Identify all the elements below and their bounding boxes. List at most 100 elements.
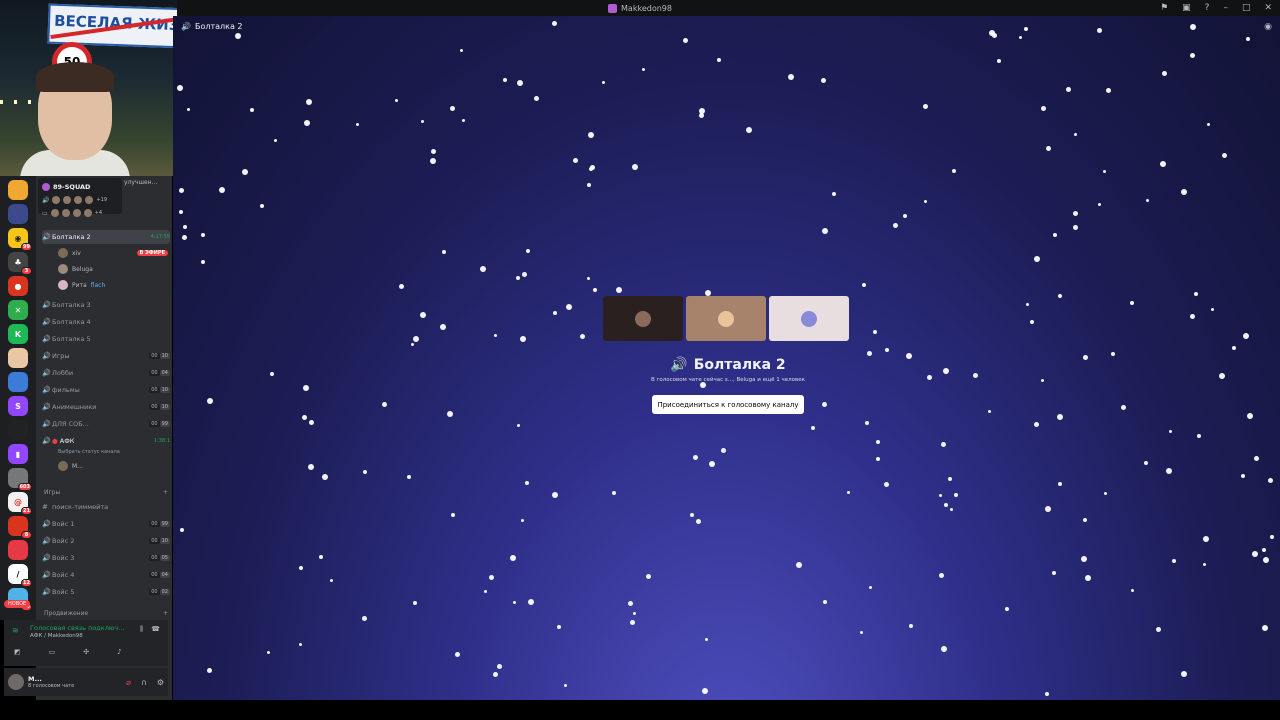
channel-label: Лобби (52, 369, 74, 377)
voice-channel[interactable]: 🔊 Болталка 4 (42, 315, 170, 329)
server-icon[interactable] (8, 372, 28, 392)
voice-channel[interactable]: 🔊 Войс 5 00 02 (42, 585, 170, 599)
voice-channel[interactable]: 🔊 Войс 1 00 99 (42, 517, 170, 531)
snowflake (717, 58, 721, 62)
set-channel-status[interactable]: Выбрать статус канала (58, 449, 120, 455)
server-boost-status: улучшен... (124, 179, 158, 186)
server-icon[interactable]: ✕ (8, 300, 28, 320)
add-channel-icon[interactable]: + (163, 610, 168, 617)
join-voice-button[interactable]: Присоединиться к голосовому каналу (652, 395, 804, 414)
voice-status-channel[interactable]: АФК / Makkedon98 (30, 633, 83, 639)
server-icon[interactable] (8, 540, 28, 560)
server-icon[interactable]: ◉ 99 (8, 228, 32, 251)
server-icon[interactable] (8, 204, 28, 224)
voice-member[interactable]: Рита flach (58, 278, 168, 292)
maximize-icon[interactable]: □ (1242, 3, 1251, 13)
voice-channel[interactable]: 🔊 Анимешники 00 10 (42, 400, 170, 414)
user-count-limit: 10 (159, 387, 170, 393)
server-icon[interactable] (8, 420, 28, 440)
new-pill[interactable]: НОВОЕ (4, 600, 31, 608)
voice-channel[interactable]: 🔊 Лобби 00 04 (42, 366, 170, 380)
person-hair (36, 62, 114, 92)
speaker-icon: 🔊 (42, 537, 51, 545)
snowflake (1058, 482, 1062, 486)
screen-icon[interactable]: ▣ (1182, 3, 1191, 13)
voice-channel-afk[interactable]: 🔊 ● АФК 1:38:1 (42, 434, 170, 448)
snowflake (308, 464, 314, 470)
mic-muted-icon[interactable]: ⌀ (126, 678, 131, 687)
server-icon[interactable]: K (8, 324, 28, 344)
snowflake (395, 99, 398, 102)
voice-channel[interactable]: 🔊 Игры 00 10 (42, 349, 170, 363)
screen-share-icon[interactable]: ▭ (49, 648, 56, 656)
snowflake (1232, 346, 1236, 350)
snowflake (944, 503, 948, 507)
snowflake (1190, 24, 1196, 30)
snowflake (322, 474, 328, 480)
voice-channel[interactable]: 🔊 Войс 2 00 10 (42, 534, 170, 548)
server-icon[interactable]: S (8, 396, 28, 416)
help-icon[interactable]: ? (1205, 3, 1210, 13)
close-icon[interactable]: ✕ (1264, 3, 1272, 13)
server-icon[interactable] (8, 180, 28, 200)
voice-channel-bolt2[interactable]: 🔊 Болталка 2 4:17:55 (42, 230, 170, 244)
inbox-icon[interactable]: ⚑ (1160, 3, 1168, 13)
channel-label: Болталка 4 (52, 318, 91, 326)
snowflake (242, 169, 248, 175)
avatar[interactable] (8, 674, 24, 690)
avatar (58, 248, 68, 258)
snowflake (187, 108, 190, 111)
voice-channel[interactable]: 🔊 Болталка 5 (42, 332, 170, 346)
minimize-icon[interactable]: – (1223, 3, 1228, 13)
server-icon[interactable]: /12 (8, 564, 32, 587)
server-icon[interactable]: @21 (8, 492, 32, 515)
snowflake (867, 351, 872, 356)
title-bar: Makkedon98 ⚑ ▣ ? – □ ✕ (0, 0, 1280, 16)
add-channel-icon[interactable]: + (163, 489, 168, 496)
participant-tile[interactable] (603, 296, 683, 341)
disconnect-icon[interactable]: ☎ (151, 625, 160, 634)
voice-member[interactable]: M... (58, 459, 168, 473)
soundboard-icon[interactable]: ♪ (117, 648, 121, 656)
participant-tile[interactable] (769, 296, 849, 341)
user-count-current: 00 (149, 421, 160, 427)
snowflake (207, 398, 213, 404)
server-icon[interactable]: ♣ 3 (8, 252, 32, 275)
camera-off-icon[interactable]: ◩ (14, 648, 21, 656)
category-promotion[interactable]: Продвижение + (44, 610, 168, 617)
snowflake (309, 420, 314, 425)
snowflake (1222, 153, 1227, 158)
server-icon[interactable] (8, 348, 28, 368)
server-icon[interactable]: 8 (8, 516, 32, 539)
snowflake (1058, 294, 1062, 298)
chat-bubble-icon[interactable]: ◉ (1264, 22, 1272, 32)
voice-member[interactable]: Beluga (58, 262, 168, 276)
voice-channel[interactable]: 🔊 Войс 3 00 05 (42, 551, 170, 565)
voice-channel[interactable]: 🔊 Болталка 3 (42, 298, 170, 312)
twitch-server-icon[interactable]: ▮ (8, 444, 28, 464)
voice-channel[interactable]: 🔊 фильмы 00 10 (42, 383, 170, 397)
snowflake (235, 33, 241, 39)
server-icon[interactable]: ● (8, 276, 28, 296)
voice-channel[interactable]: 🔊 Войс 4 00 04 (42, 568, 170, 582)
participant-tile[interactable] (686, 296, 766, 341)
channel-label: Болталка 3 (52, 301, 91, 309)
snowflake (1203, 563, 1206, 566)
text-channel[interactable]: # поиск-тиммейта (42, 500, 170, 514)
server-header[interactable]: 89-SQUAD 🔊 +19 ▭ +4 (38, 178, 122, 217)
speaker-icon: 🔊 (42, 301, 51, 309)
voice-channel-description: В голосовом чате сейчас s..., Beluga и е… (651, 377, 805, 383)
voice-channel[interactable]: 🔊 ДЛЯ СОБ... 00 99 (42, 417, 170, 431)
voice-member[interactable]: xiv В ЭФИРЕ (58, 246, 168, 260)
snowflake (521, 519, 524, 522)
snowflake (534, 96, 539, 101)
snowflake (564, 684, 567, 687)
signal-icon[interactable]: ≋ (12, 626, 19, 635)
snowflake (860, 631, 863, 634)
category-games[interactable]: Игры + (44, 489, 168, 496)
server-icon[interactable]: 603 (8, 468, 32, 491)
gear-icon[interactable]: ⚙ (157, 678, 164, 687)
activities-icon[interactable]: ✣ (83, 648, 89, 656)
noise-suppression-icon[interactable]: ⫼ (140, 625, 143, 634)
headphones-icon[interactable]: ∩ (141, 678, 147, 687)
